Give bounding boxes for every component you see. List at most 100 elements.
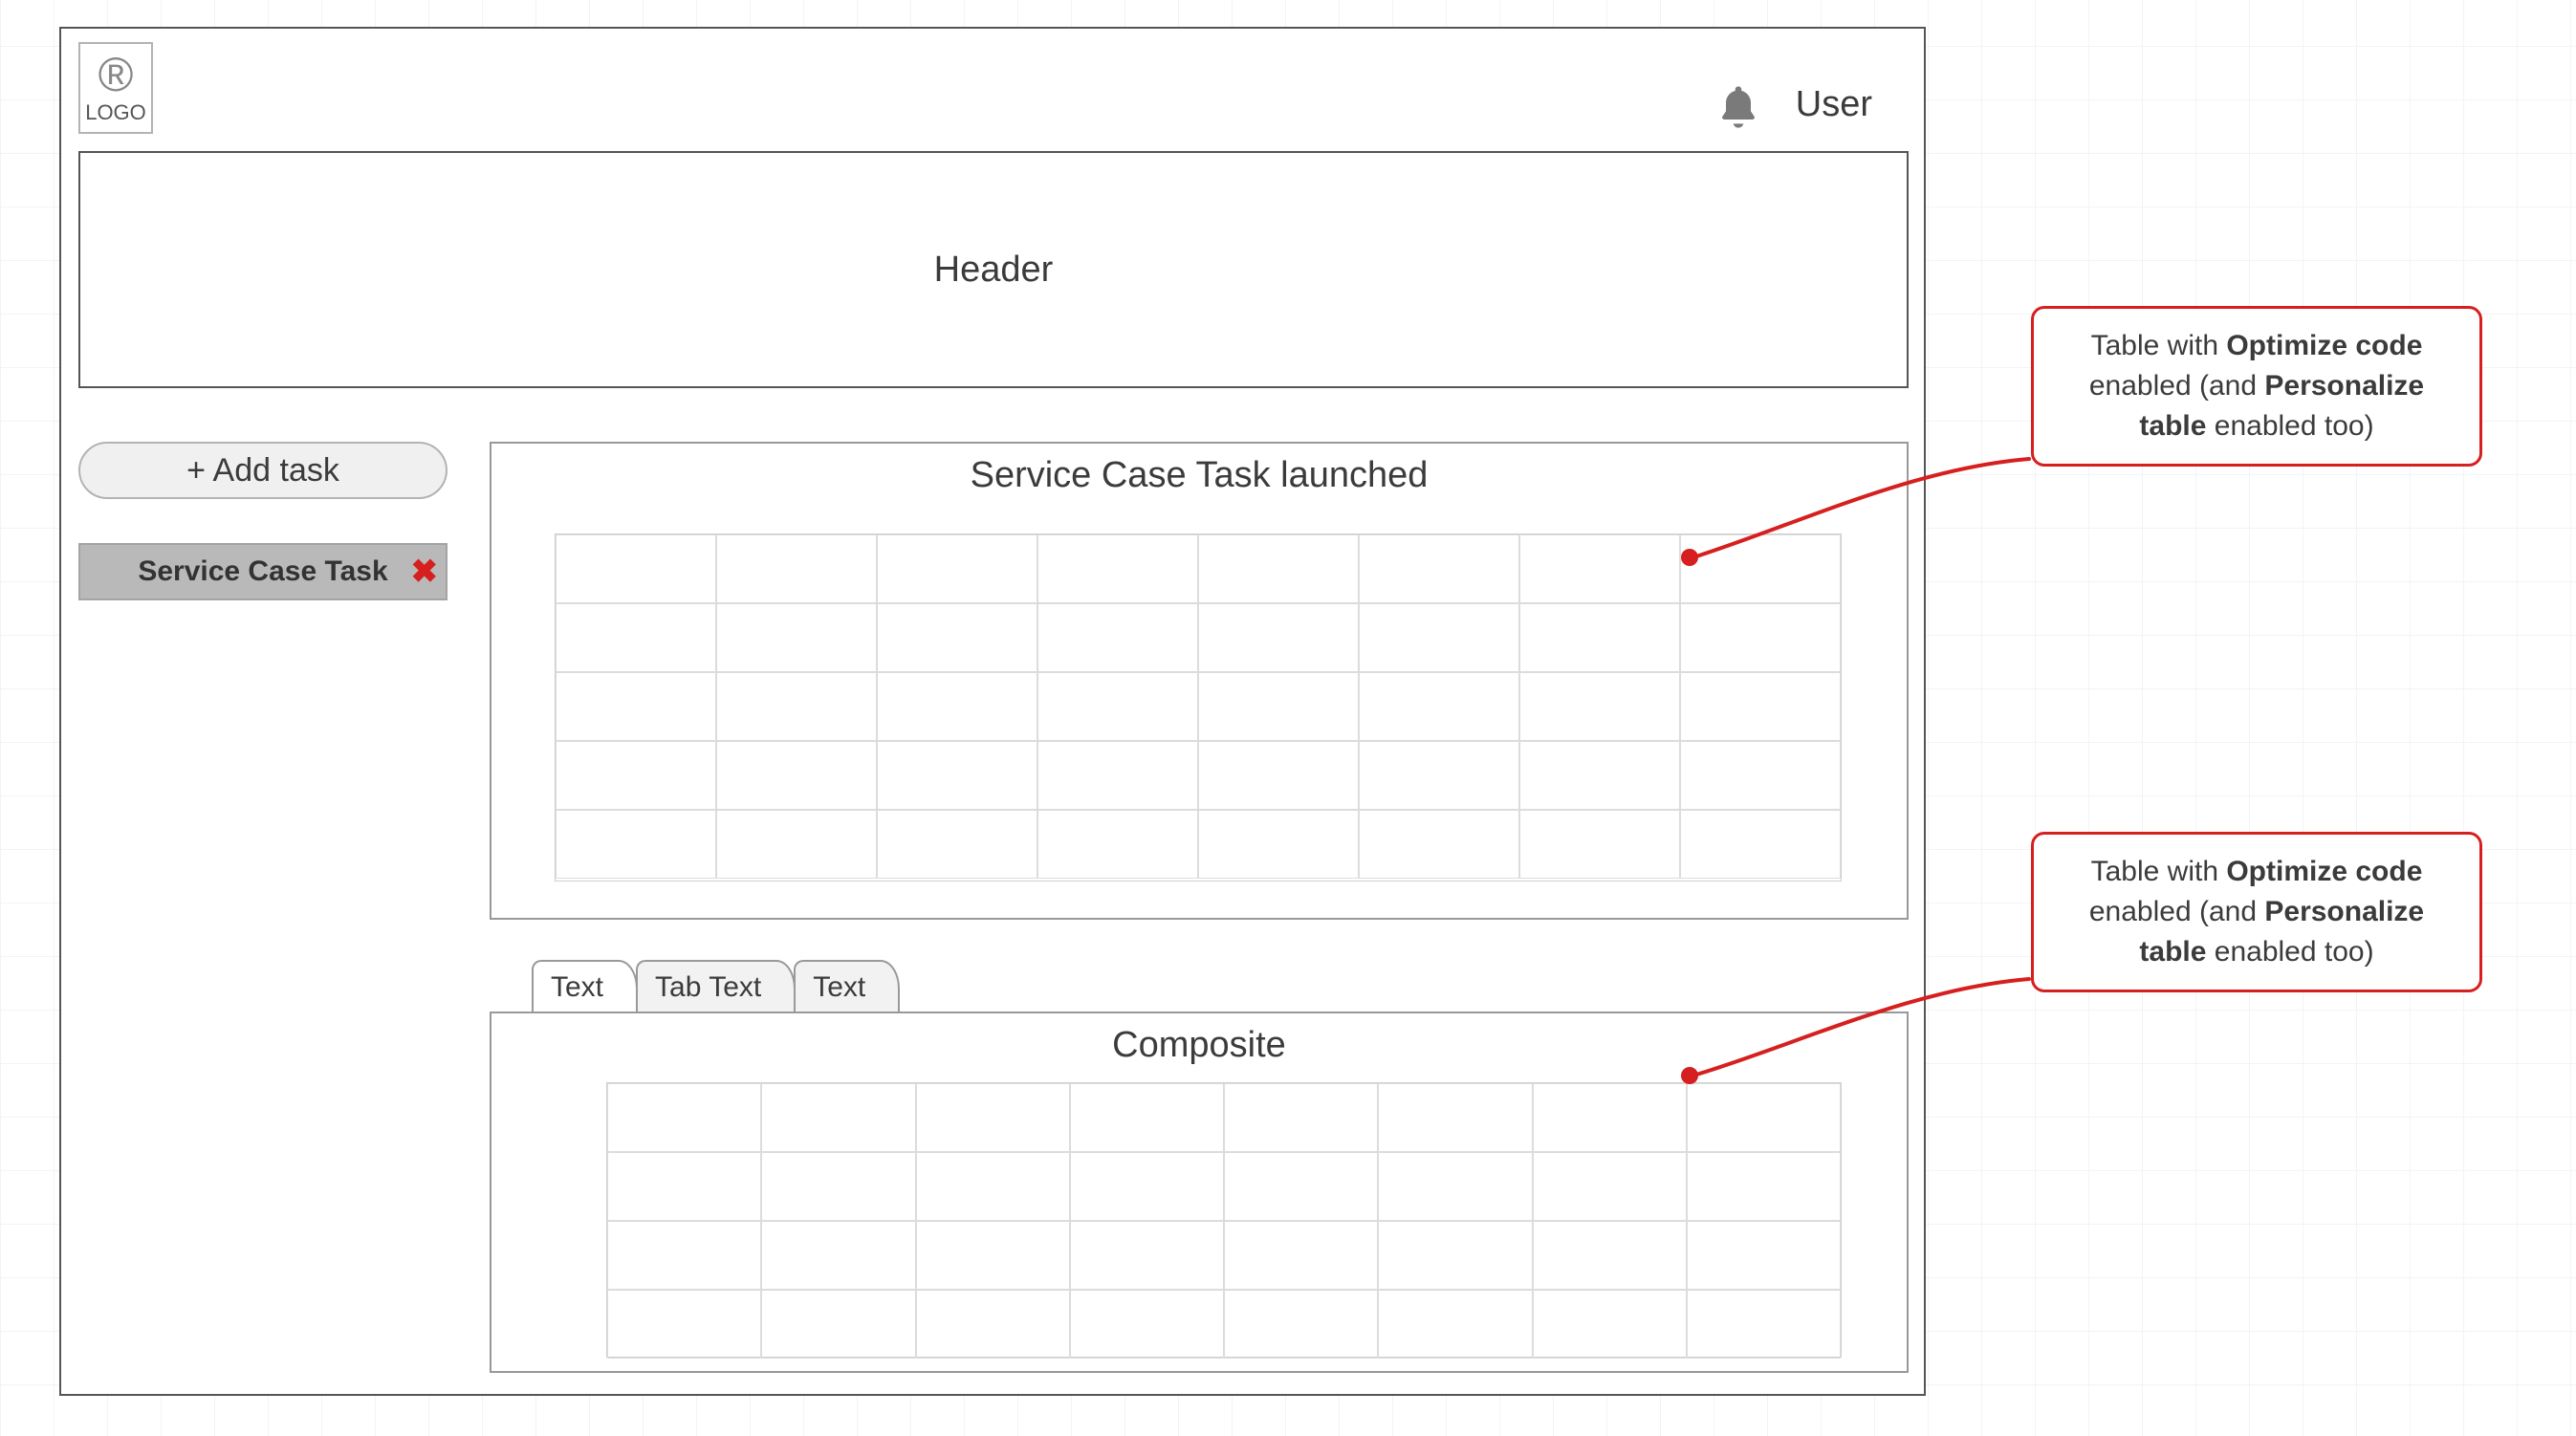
table-composite[interactable] [606,1082,1842,1358]
table-cell[interactable] [916,1152,1070,1221]
table-row [556,672,1841,741]
table-cell[interactable] [1680,672,1841,741]
table-cell[interactable] [556,672,716,741]
table-cell[interactable] [1378,1083,1532,1152]
table-cell[interactable] [1037,534,1198,603]
table-cell[interactable] [1378,1221,1532,1290]
table-cell[interactable] [607,1152,761,1221]
tab-label: Text [551,971,603,1003]
table-cell[interactable] [1037,672,1198,741]
table-cell[interactable] [716,534,877,603]
table-cell[interactable] [607,1221,761,1290]
table-cell[interactable] [1378,1290,1532,1359]
table-cell[interactable] [1198,672,1359,741]
table-cell[interactable] [1037,810,1198,879]
header-block: Header [78,151,1909,388]
table-cell[interactable] [607,1083,761,1152]
table-cell[interactable] [1359,534,1519,603]
table-cell[interactable] [607,1290,761,1359]
notifications-bell-icon[interactable] [1714,82,1763,132]
table-cell[interactable] [761,1083,915,1152]
table-cell[interactable] [1687,1083,1841,1152]
table-cell[interactable] [1680,810,1841,879]
wireframe-canvas: ® LOGO User Header + Add task Service Ca… [0,0,2576,1436]
table-cell[interactable] [1359,672,1519,741]
table-cell[interactable] [877,810,1037,879]
table-cell[interactable] [1198,741,1359,810]
table-cell[interactable] [1533,1290,1687,1359]
task-chip-service-case[interactable]: Service Case Task ✖ [78,543,448,600]
table-cell[interactable] [556,810,716,879]
table-cell[interactable] [1687,1221,1841,1290]
table-cell[interactable] [916,1290,1070,1359]
table-cell[interactable] [1519,810,1680,879]
table-cell[interactable] [916,1221,1070,1290]
table-cell[interactable] [1680,741,1841,810]
callout-connector-2 [1692,977,2033,1092]
table-cell[interactable] [1687,1290,1841,1359]
tab-1[interactable]: Tab Text [636,960,796,1013]
user-label[interactable]: User [1796,84,1872,125]
table-cell[interactable] [1680,603,1841,672]
table-row [607,1152,1841,1221]
table-cell[interactable] [1533,1221,1687,1290]
add-task-button[interactable]: + Add task [78,442,448,499]
table-row [556,534,1841,603]
tab-label: Text [813,971,865,1003]
table-launched[interactable] [555,533,1842,881]
callout-text: enabled (and [2089,370,2265,402]
callout-bold: Optimize code [2226,330,2422,361]
table-cell[interactable] [556,603,716,672]
table-cell[interactable] [1070,1290,1224,1359]
table-cell[interactable] [1519,603,1680,672]
table-cell[interactable] [1359,603,1519,672]
table-cell[interactable] [1224,1290,1378,1359]
table-row [556,810,1841,879]
table-cell[interactable] [716,810,877,879]
table-cell[interactable] [716,603,877,672]
callout-connector-1 [1692,457,2033,572]
table-cell[interactable] [1198,810,1359,879]
table-cell[interactable] [1359,741,1519,810]
table-cell[interactable] [761,1221,915,1290]
table-cell[interactable] [877,672,1037,741]
table-cell[interactable] [1198,534,1359,603]
table-cell[interactable] [1533,1152,1687,1221]
table-cell[interactable] [1070,1221,1224,1290]
tab-2[interactable]: Text [794,960,900,1013]
close-icon[interactable]: ✖ [411,553,439,591]
registered-trademark-icon: ® [98,51,134,98]
table-cell[interactable] [1533,1083,1687,1152]
table-cell[interactable] [1687,1152,1841,1221]
table-cell[interactable] [1070,1152,1224,1221]
table-cell[interactable] [761,1152,915,1221]
table-cell[interactable] [877,534,1037,603]
callout-dot-2 [1681,1067,1698,1084]
tab-label: Tab Text [655,971,761,1003]
table-cell[interactable] [1519,672,1680,741]
table-cell[interactable] [716,741,877,810]
table-cell[interactable] [716,672,877,741]
table-row [556,603,1841,672]
table-cell[interactable] [1037,741,1198,810]
table-cell[interactable] [1037,603,1198,672]
table-cell[interactable] [1359,810,1519,879]
table-cell[interactable] [1224,1083,1378,1152]
table-cell[interactable] [1224,1221,1378,1290]
callout-bold: Optimize code [2226,856,2422,887]
task-chip-label: Service Case Task [138,555,387,588]
table-cell[interactable] [761,1290,915,1359]
table-cell[interactable] [877,603,1037,672]
table-cell[interactable] [1224,1152,1378,1221]
tab-0[interactable]: Text [532,960,638,1013]
app-frame: ® LOGO User Header + Add task Service Ca… [59,27,1926,1396]
table-cell[interactable] [877,741,1037,810]
table-cell[interactable] [1070,1083,1224,1152]
table-cell[interactable] [916,1083,1070,1152]
table-cell[interactable] [556,534,716,603]
table-cell[interactable] [1519,534,1680,603]
table-cell[interactable] [1519,741,1680,810]
table-cell[interactable] [556,741,716,810]
table-cell[interactable] [1378,1152,1532,1221]
table-cell[interactable] [1198,603,1359,672]
